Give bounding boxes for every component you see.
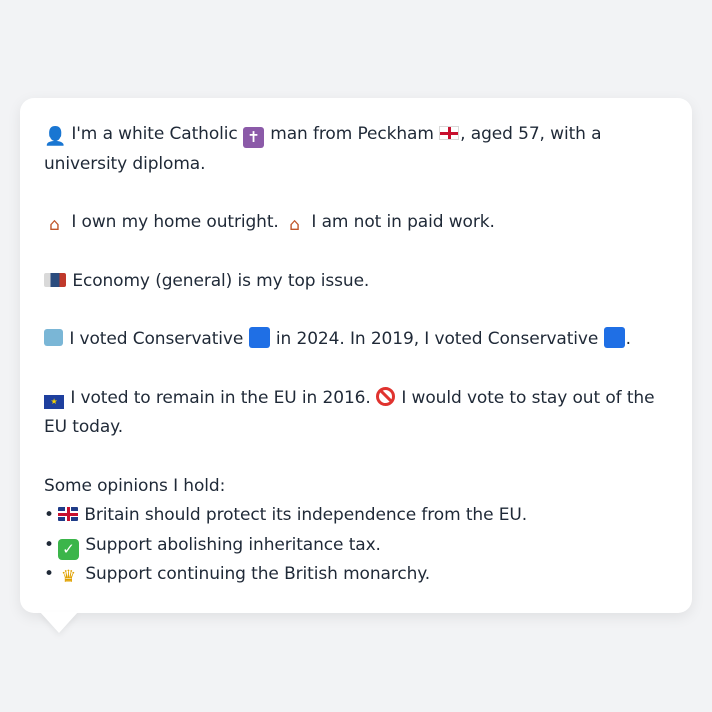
blue-square-icon bbox=[603, 327, 625, 348]
latin-cross-icon: ✝ bbox=[242, 127, 264, 148]
votes-paragraph: I voted Conservative in 2024. In 2019, I… bbox=[44, 325, 668, 355]
speech-bubble: 👤 I'm a white Catholic ✝ man from Peckha… bbox=[20, 98, 692, 613]
speech-bubble-tail bbox=[40, 612, 78, 633]
eu-text-1: I voted to remain in the EU in 2016. bbox=[70, 387, 371, 408]
intro-text-2: man from Peckham bbox=[270, 124, 434, 144]
opinions-heading: Some opinions I hold: bbox=[44, 475, 226, 496]
person-icon: 👤 bbox=[44, 126, 67, 147]
persona-card-page: 👤 I'm a white Catholic ✝ man from Peckha… bbox=[0, 0, 712, 712]
bullet: • bbox=[44, 564, 54, 584]
prohibited-icon bbox=[376, 386, 396, 406]
intro-paragraph: 👤 I'm a white Catholic ✝ man from Peckha… bbox=[44, 120, 668, 179]
home-text-1: I own my home outright. bbox=[71, 212, 279, 232]
opinion-item: • ✓ Support abolishing inheritance tax. bbox=[44, 531, 668, 561]
bullet: • bbox=[44, 505, 54, 525]
votes-text-2: in 2024. In 2019, I voted Conservative bbox=[275, 329, 599, 349]
england-flag-icon bbox=[439, 126, 460, 140]
votes-text-1: I voted Conservative bbox=[69, 329, 244, 349]
blue-square-icon bbox=[248, 327, 270, 348]
issue-paragraph: Economy (general) is my top issue. bbox=[44, 267, 668, 297]
bullet: • bbox=[44, 534, 54, 555]
house-icon: ⌂ bbox=[289, 215, 300, 235]
opinion-text: Britain should protect its independence … bbox=[84, 505, 528, 525]
money-icon bbox=[44, 272, 66, 287]
crown-icon: ♛ bbox=[60, 567, 77, 587]
home-text-2: I am not in paid work. bbox=[311, 212, 495, 232]
opinion-item: • ♛ Support continuing the British monarc… bbox=[44, 560, 668, 590]
check-mark-icon: ✓ bbox=[58, 538, 79, 560]
ballot-box-icon bbox=[44, 329, 63, 346]
opinion-text: Support continuing the British monarchy. bbox=[85, 564, 431, 584]
home-paragraph: ⌂ I own my home outright. ⌂ I am not in … bbox=[44, 208, 668, 238]
opinion-text: Support abolishing inheritance tax. bbox=[85, 534, 381, 555]
eu-paragraph: ★ I voted to remain in the EU in 2016. I… bbox=[44, 384, 668, 443]
eu-flag-icon: ★ bbox=[44, 394, 64, 409]
opinion-item: • Britain should protect its independenc… bbox=[44, 501, 668, 531]
uk-flag-icon bbox=[58, 507, 78, 521]
house-icon: ⌂ bbox=[49, 215, 60, 235]
votes-text-3: . bbox=[625, 329, 631, 349]
intro-text-1: I'm a white Catholic bbox=[71, 124, 238, 144]
issue-text: Economy (general) is my top issue. bbox=[72, 270, 370, 291]
